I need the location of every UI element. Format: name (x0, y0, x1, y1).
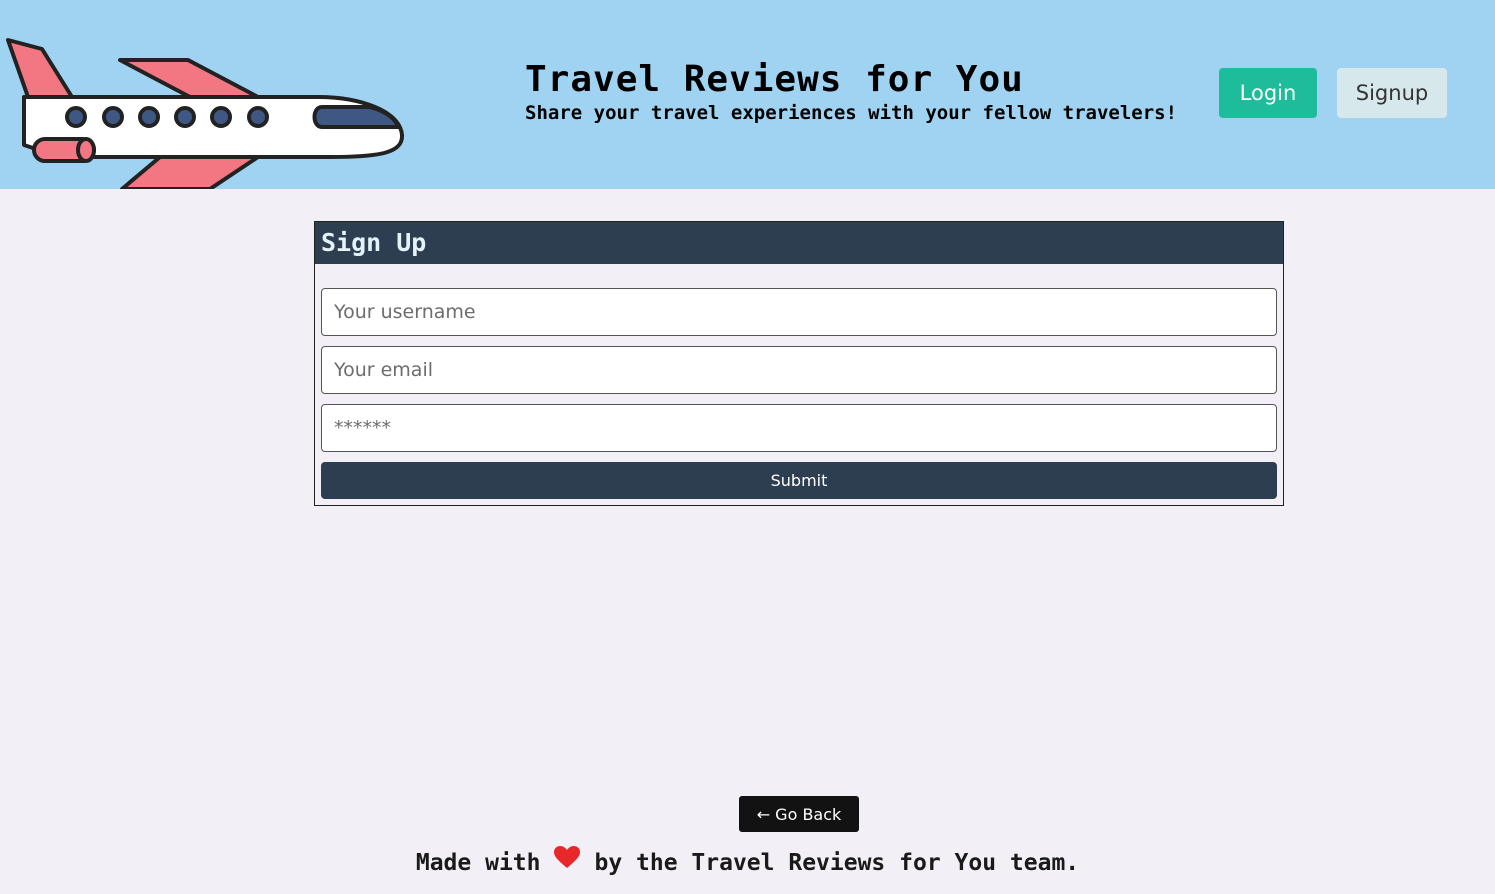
footer: Made with by the Travel Reviews for You t… (0, 845, 1495, 881)
site-header: Travel Reviews for You Share your travel… (0, 0, 1495, 189)
submit-button[interactable]: Submit (321, 462, 1277, 499)
footer-prefix: Made with (415, 850, 541, 876)
email-input[interactable] (321, 346, 1277, 394)
signup-button[interactable]: Signup (1337, 68, 1447, 118)
footer-suffix: by the Travel Reviews for You team. (594, 850, 1080, 876)
title-block: Travel Reviews for You Share your travel… (525, 58, 1177, 125)
signup-form-card: Sign Up Submit (314, 221, 1284, 506)
password-input[interactable] (321, 404, 1277, 452)
username-input[interactable] (321, 288, 1277, 336)
go-back-button[interactable]: ← Go Back (739, 796, 859, 832)
site-title: Travel Reviews for You (525, 59, 1024, 100)
login-button[interactable]: Login (1219, 68, 1317, 118)
signup-form-heading: Sign Up (315, 222, 1283, 264)
site-tagline: Share your travel experiences with your … (525, 102, 1178, 124)
airplane-icon (6, 38, 404, 189)
heart-icon (554, 845, 581, 879)
